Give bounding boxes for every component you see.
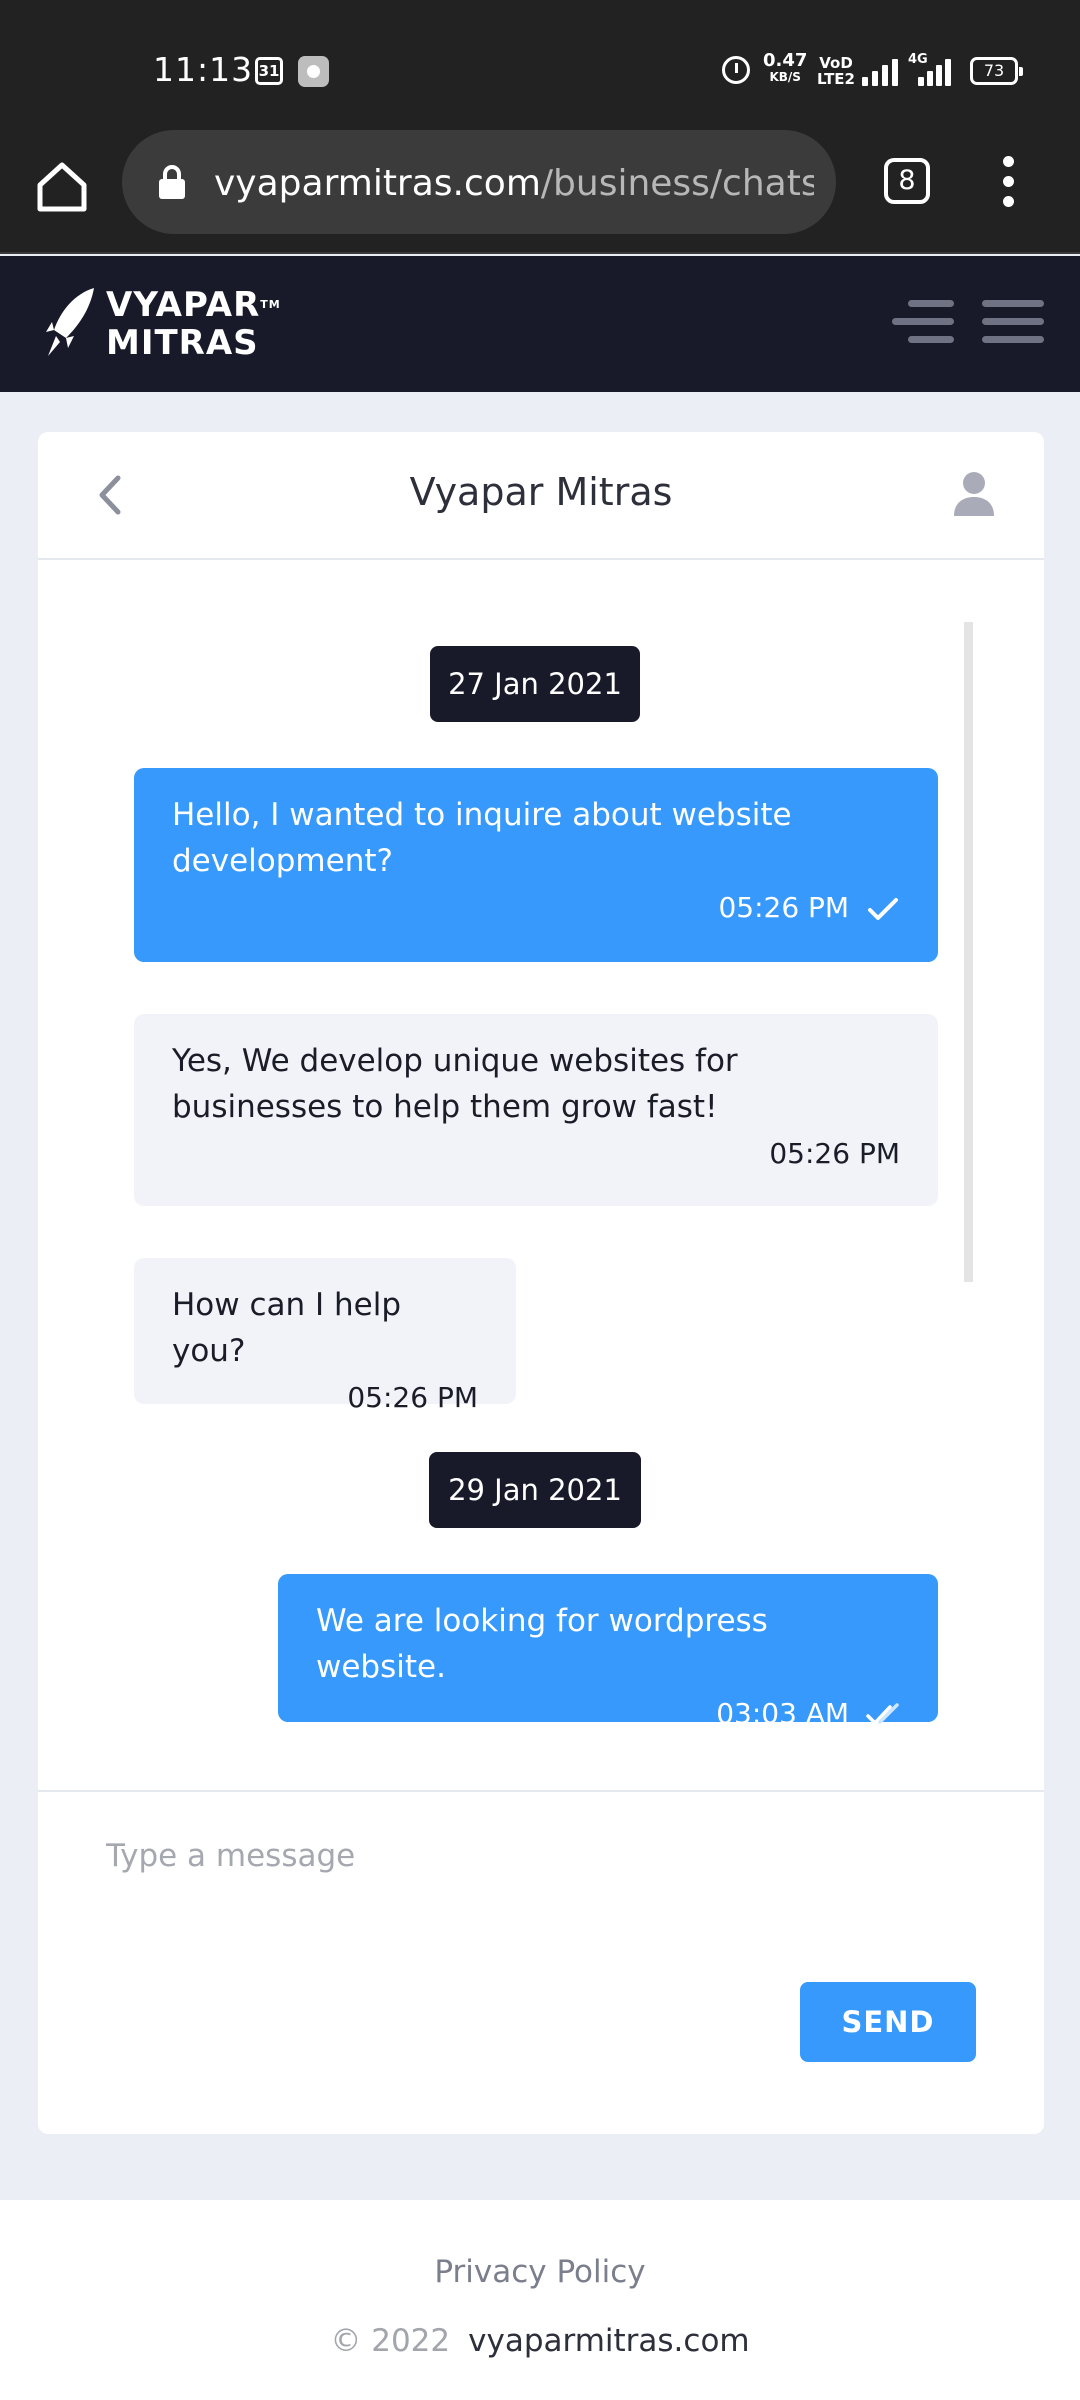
footer-site-link[interactable]: vyaparmitras.com	[468, 2323, 749, 2359]
logo-wordmark: VYAPARTM MITRAS	[106, 286, 281, 362]
network-speed-value: 0.47	[763, 50, 808, 71]
status-bar: 11:13 31 0.47 KB/S VoD LTE2 4G 73	[0, 0, 1080, 130]
sent-check-icon	[868, 898, 898, 920]
home-icon[interactable]	[32, 157, 92, 217]
url-text[interactable]: vyaparmitras.com/business/chats/in	[214, 163, 814, 204]
message-text: We are looking for wordpress website.	[316, 1603, 768, 1685]
site-header: VYAPARTM MITRAS	[0, 256, 1080, 392]
chat-title: Vyapar Mitras	[409, 470, 673, 514]
logo-line1: VYAPAR	[106, 285, 261, 325]
message-composer: SEND	[38, 1790, 1044, 2134]
volte-bottom: LTE2	[817, 70, 855, 88]
message-text: Yes, We develop unique websites for busi…	[172, 1043, 738, 1125]
logo-line2: MITRAS	[106, 323, 259, 363]
network-speed-unit: KB/S	[769, 70, 801, 84]
message-time: 05:26 PM	[769, 1137, 900, 1170]
hamburger-menu-icon[interactable]	[982, 296, 1044, 348]
browser-toolbar: vyaparmitras.com/business/chats/in 8	[0, 130, 1080, 254]
network-speed: 0.47 KB/S	[763, 52, 807, 86]
privacy-policy-link[interactable]: Privacy Policy	[0, 2254, 1080, 2290]
tab-switcher-button[interactable]: 8	[884, 158, 930, 204]
send-button[interactable]: SEND	[800, 1982, 976, 2062]
message-text: How can I help you?	[172, 1287, 402, 1369]
signal-icon-sim2	[918, 56, 958, 86]
message-time: 03:03 AM	[716, 1697, 850, 1730]
message-time: 05:26 PM	[718, 891, 850, 924]
message-text: Hello, I wanted to inquire about website…	[172, 797, 792, 879]
message-input[interactable]	[106, 1838, 986, 1948]
volte-indicator: VoD LTE2	[817, 55, 855, 87]
battery-icon: 73	[970, 57, 1023, 85]
settings-notification-icon	[298, 56, 329, 87]
signal-icon	[862, 56, 910, 86]
url-domain: vyaparmitras.com	[214, 163, 541, 204]
delivered-double-check-icon	[866, 1703, 899, 1725]
chat-header: Vyapar Mitras	[38, 432, 1044, 560]
address-bar[interactable]: vyaparmitras.com/business/chats/in	[122, 130, 836, 234]
date-separator: 29 Jan 2021	[429, 1452, 641, 1528]
rocket-logo-icon	[46, 288, 94, 356]
lock-icon	[159, 165, 185, 199]
copyright-year: © 2022	[330, 2323, 451, 2359]
message-list-scrollbar[interactable]	[964, 622, 973, 1282]
site-logo[interactable]: VYAPARTM MITRAS	[44, 286, 304, 366]
message-bubble-incoming[interactable]: How can I help you? 05:26 PM	[134, 1258, 516, 1414]
message-bubble-outgoing[interactable]: Hello, I wanted to inquire about website…	[134, 768, 938, 962]
chat-card: Vyapar Mitras 27 Jan 2021 Hello, I wante…	[38, 432, 1044, 2134]
date-separator: 27 Jan 2021	[430, 646, 640, 722]
logo-tm: TM	[260, 298, 281, 311]
message-time: 05:26 PM	[347, 1381, 478, 1414]
message-meta: 05:26 PM	[172, 888, 900, 928]
user-avatar-icon[interactable]	[952, 470, 996, 516]
main-content: Vyapar Mitras 27 Jan 2021 Hello, I wante…	[0, 392, 1080, 2202]
status-time: 11:13	[153, 50, 254, 89]
calendar-icon: 31	[255, 57, 283, 85]
message-meta: 03:03 AM	[316, 1694, 900, 1734]
message-list[interactable]: 27 Jan 2021 Hello, I wanted to inquire a…	[38, 562, 1044, 1802]
url-path: /business/chats/in	[540, 163, 814, 204]
message-bubble-incoming[interactable]: Yes, We develop unique websites for busi…	[134, 1014, 938, 1206]
message-bubble-outgoing[interactable]: We are looking for wordpress website. 03…	[278, 1574, 938, 1730]
alarm-icon	[722, 56, 750, 84]
site-footer: Privacy Policy © 2022 vyaparmitras.com	[0, 2200, 1080, 2400]
more-options-icon[interactable]	[994, 156, 1024, 208]
copyright: © 2022 vyaparmitras.com	[0, 2323, 1080, 2359]
nav-menu-icon[interactable]	[892, 296, 954, 348]
